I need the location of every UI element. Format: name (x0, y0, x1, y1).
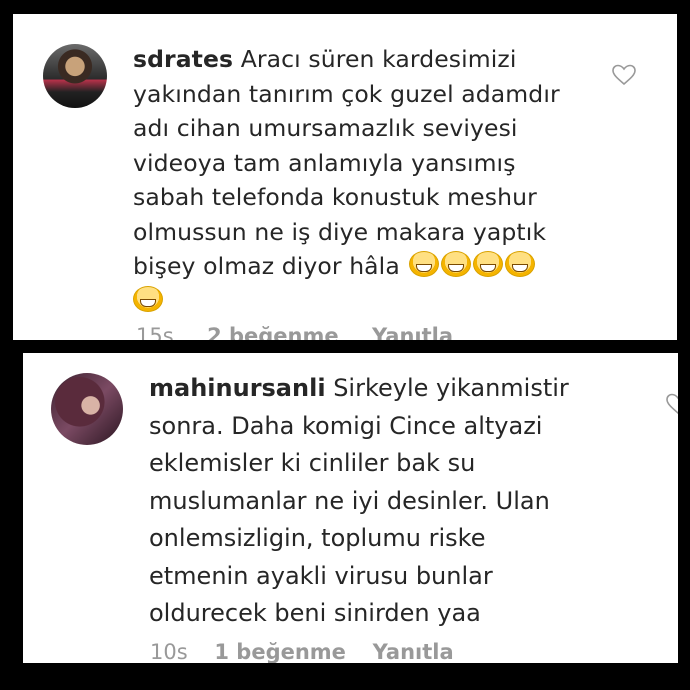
comment-time: 10s (150, 640, 188, 663)
avatar-sdrates[interactable] (43, 44, 107, 108)
comment-card-mahinursanli: mahinursanli Sirkeyle yikanmistir sonra.… (23, 353, 678, 663)
heart-outline-icon[interactable] (612, 64, 636, 86)
comment-line: Aracı süren kardesimizi (240, 45, 517, 73)
comment-line: sonra. Daha komigi Cince altyazi (149, 411, 543, 440)
comment-meta: 15s 2 beğenme Yanıtla (136, 324, 453, 340)
comment-text: sdrates Aracı süren kardesimizi yakından… (133, 42, 560, 318)
likes-count-button[interactable]: 2 beğenme (207, 324, 339, 340)
comment-text: mahinursanli Sirkeyle yikanmistir sonra.… (149, 370, 569, 633)
comment-line: muslumanlar ne iyi desinler. Ulan (149, 486, 550, 515)
comment-line: Sirkeyle yikanmistir (333, 374, 569, 402)
likes-count-button[interactable]: 1 beğenme (214, 640, 346, 663)
comment-time: 15s (136, 324, 174, 340)
grinning-squinting-face-emoji (441, 251, 472, 277)
reply-button[interactable]: Yanıtla (372, 324, 453, 340)
grinning-squinting-face-emoji (473, 251, 504, 277)
comment-line: eklemisler ki cinliler bak su (149, 449, 476, 477)
comment-meta: 10s 1 beğenme Yanıtla (150, 640, 454, 663)
comment-line: sabah telefonda konustuk meshur (133, 183, 537, 211)
username-sdrates[interactable]: sdrates (133, 45, 233, 73)
comment-card-sdrates: sdrates Aracı süren kardesimizi yakından… (13, 14, 677, 340)
comment-line: videoya tam anlamıyla yansımış (133, 148, 516, 177)
comment-line: adı cihan umursamazlık seviyesi (133, 114, 518, 142)
grinning-squinting-face-emoji (505, 251, 536, 277)
comment-line: onlemsizligin, toplumu riske (149, 524, 486, 552)
grinning-squinting-face-emoji (409, 251, 440, 277)
comment-line: bişey olmaz diyor hâla (133, 252, 400, 280)
comment-line: etmenin ayakli virusu bunlar (149, 561, 493, 590)
comment-line: yakından tanırım çok guzel adamdır (133, 79, 560, 108)
comment-line: olmussun ne iş diye makara yaptık (133, 217, 547, 246)
avatar-mahinursanli[interactable] (51, 373, 123, 445)
heart-outline-icon[interactable] (666, 393, 678, 415)
comment-line: oldurecek beni sinirden yaa (149, 599, 481, 627)
username-mahinursanli[interactable]: mahinursanli (149, 374, 326, 402)
reply-button[interactable]: Yanıtla (373, 640, 454, 663)
grinning-squinting-face-emoji (133, 285, 163, 312)
